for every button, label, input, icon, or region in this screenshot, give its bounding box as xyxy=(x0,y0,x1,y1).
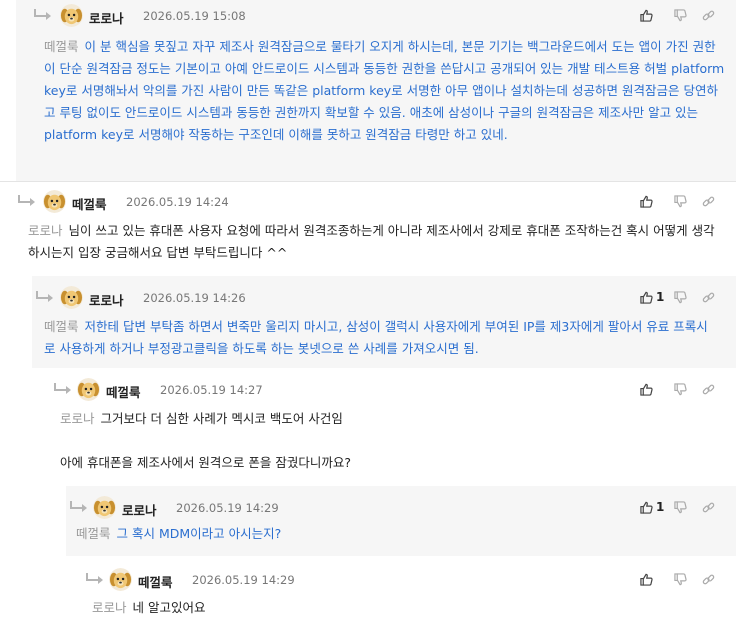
comment-item: 로로나 2026.05.19 14:26 1 떼껄룩 저한테 답변 부탁좀 하면서… xyxy=(32,276,736,368)
author-nick[interactable]: 떼껄룩 xyxy=(72,194,107,213)
link-icon xyxy=(702,291,715,304)
thumbs-down-icon xyxy=(674,383,687,396)
author-nick[interactable]: 로로나 xyxy=(89,8,124,27)
mention-tag[interactable]: 떼껄룩 xyxy=(44,39,79,54)
comment-date: 2026.05.19 15:08 xyxy=(143,9,246,23)
mention-tag[interactable]: 로로나 xyxy=(60,411,95,426)
like-button[interactable]: 1 xyxy=(634,288,666,306)
like-button[interactable]: 1 xyxy=(634,498,666,516)
like-button[interactable] xyxy=(634,570,666,588)
comment-actions: 1 xyxy=(634,498,722,516)
like-button[interactable] xyxy=(634,380,666,398)
avatar[interactable] xyxy=(60,286,83,309)
comment-body: 로로나 님이 쓰고 있는 휴대폰 사용자 요청에 따라서 원격조종하는게 아니라 … xyxy=(28,220,716,264)
comment-header: 떼껄룩 2026.05.19 14:29 xyxy=(82,564,736,594)
copy-link-button[interactable] xyxy=(694,498,722,516)
comment-text: 네 알고있어요 xyxy=(132,600,206,615)
thumbs-down-icon xyxy=(674,195,687,208)
comment-date: 2026.05.19 14:29 xyxy=(176,501,279,515)
comment-date: 2026.05.19 14:24 xyxy=(126,195,229,209)
author-nick[interactable]: 로로나 xyxy=(89,290,124,309)
comment-header: 로로나 2026.05.19 14:29 1 xyxy=(66,492,736,522)
comment-text: 이 분 핵심을 못짚고 자꾸 제조사 원격잠금으로 물타기 오지게 하시는데, … xyxy=(44,39,725,142)
thumbs-down-icon xyxy=(674,291,687,304)
comment-actions xyxy=(634,192,722,210)
copy-link-button[interactable] xyxy=(694,192,722,210)
comment-item: 떼껄룩 2026.05.19 14:27 로로나 그거보다 더 심한 사례가 멕시… xyxy=(50,370,736,486)
avatar[interactable] xyxy=(43,190,66,213)
thumbs-up-icon xyxy=(640,573,653,586)
avatar[interactable] xyxy=(60,4,83,27)
comment-text-second-paragraph: 아에 휴대폰을 제조사에서 원격으로 폰을 잠궜다니까요? xyxy=(60,455,352,470)
comment-header: 로로나 2026.05.19 15:08 xyxy=(16,0,736,30)
link-icon xyxy=(702,195,715,208)
dislike-button[interactable] xyxy=(666,288,694,306)
mention-tag[interactable]: 떼껄룩 xyxy=(76,526,111,541)
author-nick[interactable]: 떼껄룩 xyxy=(138,572,173,591)
copy-link-button[interactable] xyxy=(694,570,722,588)
avatar[interactable] xyxy=(77,378,100,401)
thumbs-up-icon xyxy=(640,195,653,208)
like-button[interactable] xyxy=(634,6,666,24)
comment-header: 떼껄룩 2026.05.19 14:27 xyxy=(50,374,736,404)
comment-item: 로로나 2026.05.19 14:29 1 떼껄룩 그 혹시 MDM이라고 아시… xyxy=(66,486,736,556)
avatar[interactable] xyxy=(93,496,116,519)
link-icon xyxy=(702,501,715,514)
comment-date: 2026.05.19 14:26 xyxy=(143,291,246,305)
dislike-button[interactable] xyxy=(666,192,694,210)
comment-body: 떼껄룩 저한테 답변 부탁좀 하면서 변죽만 울리지 마시고, 삼성이 갤럭시 사… xyxy=(44,316,718,360)
author-nick[interactable]: 로로나 xyxy=(122,500,157,519)
comment-text: 그 혹시 MDM이라고 아시는지? xyxy=(116,526,282,541)
like-count: 1 xyxy=(656,290,665,304)
comment-body: 떼껄룩 그 혹시 MDM이라고 아시는지? xyxy=(76,523,718,545)
mention-tag[interactable]: 로로나 xyxy=(28,223,63,238)
thumbs-down-icon xyxy=(674,9,687,22)
comment-item: 떼껄룩 2026.05.19 14:24 로로나 님이 쓰고 있는 휴대폰 사용자… xyxy=(0,181,736,276)
comment-actions xyxy=(634,6,722,24)
comment-date: 2026.05.19 14:29 xyxy=(192,573,295,587)
thumbs-up-icon xyxy=(640,501,653,514)
thumbs-down-icon xyxy=(674,501,687,514)
comment-header: 떼껄룩 2026.05.19 14:24 xyxy=(0,186,736,216)
link-icon xyxy=(702,573,715,586)
like-button[interactable] xyxy=(634,192,666,210)
comment-item: 로로나 2026.05.19 15:08 떼껄룩 이 분 핵심을 못짚고 자꾸 제… xyxy=(16,0,736,181)
link-icon xyxy=(702,383,715,396)
reply-arrow-icon xyxy=(32,8,54,22)
dislike-button[interactable] xyxy=(666,570,694,588)
thumbs-up-icon xyxy=(640,9,653,22)
thumbs-up-icon xyxy=(640,291,653,304)
comment-body: 로로나 그거보다 더 심한 사례가 멕시코 백도어 사건임 아에 휴대폰을 제조사… xyxy=(60,408,718,474)
comment-header: 로로나 2026.05.19 14:26 1 xyxy=(32,282,736,312)
link-icon xyxy=(702,9,715,22)
mention-tag[interactable]: 로로나 xyxy=(92,600,127,615)
comment-actions xyxy=(634,570,722,588)
comment-body: 떼껄룩 이 분 핵심을 못짚고 자꾸 제조사 원격잠금으로 물타기 오지게 하시는… xyxy=(44,36,726,146)
avatar[interactable] xyxy=(109,568,132,591)
like-count: 1 xyxy=(656,500,665,514)
comment-text: 님이 쓰고 있는 휴대폰 사용자 요청에 따라서 원격조종하는게 아니라 제조사… xyxy=(28,223,715,260)
dislike-button[interactable] xyxy=(666,380,694,398)
comment-text: 저한테 답변 부탁좀 하면서 변죽만 울리지 마시고, 삼성이 갤럭시 사용자에… xyxy=(44,319,708,356)
reply-arrow-icon xyxy=(16,194,38,208)
comment-actions: 1 xyxy=(634,288,722,306)
comment-actions xyxy=(634,380,722,398)
comment-item: 떼껄룩 2026.05.19 14:29 로로나 네 알고있어요 xyxy=(82,560,736,619)
copy-link-button[interactable] xyxy=(694,6,722,24)
mention-tag[interactable]: 떼껄룩 xyxy=(44,319,79,334)
reply-arrow-icon xyxy=(34,290,56,304)
author-nick[interactable]: 떼껄룩 xyxy=(106,382,141,401)
reply-arrow-icon xyxy=(84,572,106,586)
copy-link-button[interactable] xyxy=(694,380,722,398)
copy-link-button[interactable] xyxy=(694,288,722,306)
dislike-button[interactable] xyxy=(666,498,694,516)
reply-arrow-icon xyxy=(68,500,90,514)
comment-body: 로로나 네 알고있어요 xyxy=(92,597,718,619)
thumbs-down-icon xyxy=(674,573,687,586)
comment-date: 2026.05.19 14:27 xyxy=(160,383,263,397)
reply-arrow-icon xyxy=(52,382,74,396)
comment-text: 그거보다 더 심한 사례가 멕시코 백도어 사건임 xyxy=(100,411,343,426)
thumbs-up-icon xyxy=(640,383,653,396)
dislike-button[interactable] xyxy=(666,6,694,24)
